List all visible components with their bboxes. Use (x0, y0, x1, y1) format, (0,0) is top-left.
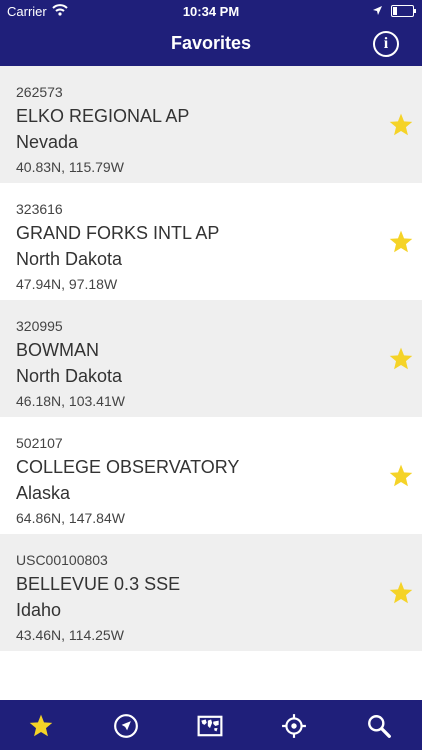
star-icon[interactable] (388, 463, 414, 489)
station-code: 502107 (16, 435, 63, 451)
clock: 10:34 PM (182, 4, 240, 19)
tab-search-icon[interactable] (366, 713, 392, 739)
star-icon[interactable] (388, 580, 414, 606)
tab-navigation-arrow-icon[interactable] (113, 713, 139, 739)
nav-bar: Favorites i (0, 22, 422, 66)
station-coords: 40.83N, 115.79W (16, 159, 124, 175)
star-icon[interactable] (388, 112, 414, 138)
tab-crosshair-icon[interactable] (281, 713, 307, 739)
favorite-row[interactable]: 320995 BOWMAN North Dakota 46.18N, 103.4… (0, 300, 422, 417)
station-name: BOWMAN (16, 340, 99, 360)
battery-icon (391, 5, 416, 17)
station-coords: 64.86N, 147.84W (16, 510, 125, 526)
station-name: GRAND FORKS INTL AP (16, 223, 220, 243)
tab-favorites-star-icon[interactable] (28, 713, 54, 739)
station-code: USC00100803 (16, 552, 108, 568)
station-coords: 43.46N, 114.25W (16, 627, 124, 643)
station-code: 320995 (16, 318, 63, 334)
favorite-row[interactable]: USC00100803 BELLEVUE 0.3 SSE Idaho 43.46… (0, 534, 422, 651)
station-state: Nevada (16, 132, 79, 152)
station-name: COLLEGE OBSERVATORY (16, 457, 240, 477)
location-arrow-icon (372, 4, 383, 19)
status-bar: Carrier 10:34 PM (0, 0, 422, 22)
station-name: ELKO REGIONAL AP (16, 106, 190, 126)
favorite-row[interactable]: 262573 ELKO REGIONAL AP Nevada 40.83N, 1… (0, 66, 422, 183)
info-button[interactable]: i (373, 31, 399, 57)
favorite-row[interactable]: 323616 GRAND FORKS INTL AP North Dakota … (0, 183, 422, 300)
favorite-row[interactable]: 502107 COLLEGE OBSERVATORY Alaska 64.86N… (0, 417, 422, 534)
station-code: 323616 (16, 201, 63, 217)
station-state: Alaska (16, 483, 71, 503)
station-state: North Dakota (16, 249, 123, 269)
page-title: Favorites (170, 33, 252, 53)
station-name: BELLEVUE 0.3 SSE (16, 574, 181, 594)
star-icon[interactable] (388, 229, 414, 255)
station-state: North Dakota (16, 366, 123, 386)
station-coords: 46.18N, 103.41W (16, 393, 125, 409)
station-state: Idaho (16, 600, 62, 620)
tab-world-map-icon[interactable] (197, 713, 223, 739)
station-coords: 47.94N, 97.18W (16, 276, 118, 292)
favorites-list: 262573 ELKO REGIONAL AP Nevada 40.83N, 1… (0, 66, 422, 651)
tab-bar (0, 700, 422, 750)
star-icon[interactable] (388, 346, 414, 372)
station-code: 262573 (16, 84, 63, 100)
